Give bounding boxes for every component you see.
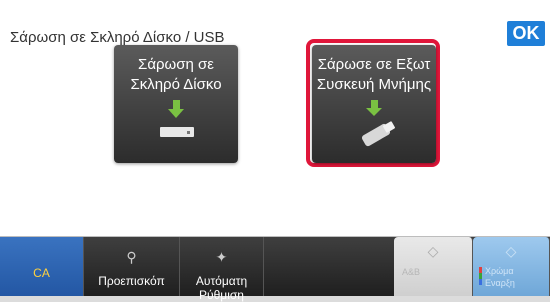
clear-all-button[interactable]: CA [0,237,84,296]
scan-to-hdd-button[interactable]: Σάρωση σε Σκληρό Δίσκο [114,45,238,163]
auto-set-label: Αυτόματη Ρύθμιση [180,274,263,302]
auto-set-label-line1: Αυτόματη [195,274,248,288]
color-start-button[interactable]: ◇ Χρώμα Εναρξη [473,237,550,296]
bottom-toolbar: CA ⚲ Προεπισκόπ ✦ Αυτόματη Ρύθμιση ◇ A&B… [0,237,550,302]
scan-to-usb-label-line2: Συσκευή Μνήμης [316,76,432,93]
start-diamond-icon: ◇ [427,243,439,259]
scan-to-usb-label-line1: Σάρωσε σε Εξωτ [317,56,431,73]
hard-disk-icon [160,127,194,137]
rgb-dots-icon [479,267,482,285]
color-start-label: Χρώμα Εναρξη [485,265,549,289]
auto-set-button[interactable]: ✦ Αυτόματη Ρύθμιση [180,237,264,302]
auto-set-label-line2: Ρύθμιση [199,288,244,302]
ok-button[interactable]: OK [507,21,545,46]
magnifier-document-icon: ⚲ [126,249,137,265]
scan-to-hdd-label-line2: Σκληρό Δίσκο [130,76,222,93]
main-panel: Σάρωση σε Σκληρό Δίσκο / USB OK Σάρωση σ… [0,0,550,237]
color-start-label-line2: Εναρξη [485,278,515,288]
scan-to-usb-button[interactable]: Σάρωσε σε Εξωτ Συσκευή Μνήμης [312,45,436,163]
clear-all-label: CA [33,266,50,280]
preview-button[interactable]: ⚲ Προεπισκόπ [84,237,180,296]
preview-label: Προεπισκόπ [98,274,165,288]
scan-to-hdd-label-line1: Σάρωση σε [138,56,214,73]
start-diamond-icon: ◇ [505,243,517,259]
color-start-label-line1: Χρώμα [485,266,514,276]
bw-start-button[interactable]: ◇ A&B [394,237,473,296]
page-title: Σάρωση σε Σκληρό Δίσκο / USB [10,29,225,46]
magic-wand-icon: ✦ [215,249,228,265]
bw-start-label: A&B [402,267,421,277]
